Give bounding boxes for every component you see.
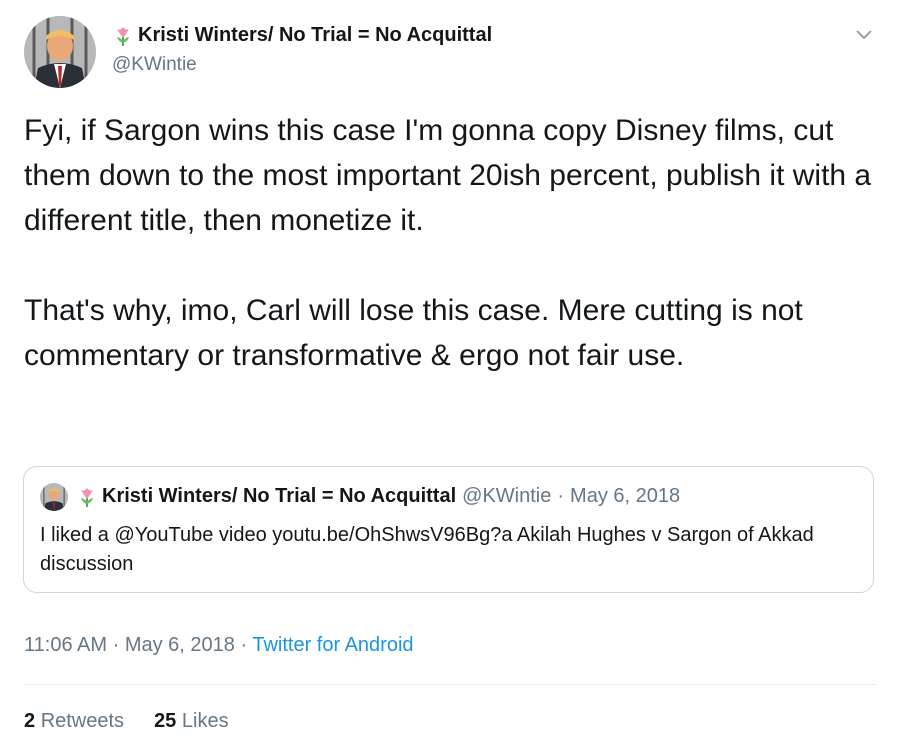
tweet-paragraph: Fyi, if Sargon wins this case I'm gonna … (24, 114, 872, 237)
divider (24, 684, 876, 685)
tweet-text: Fyi, if Sargon wins this case I'm gonna … (24, 108, 874, 378)
author-display-name-text: Kristi Winters/ No Trial = No Acquittal (138, 24, 493, 46)
quoted-separator: · (557, 485, 565, 507)
likes-label: Likes (181, 710, 229, 732)
tulip-icon (81, 487, 93, 507)
avatar-photo (24, 16, 96, 88)
avatar-photo (40, 483, 68, 511)
timestamp-separator: · (112, 634, 120, 656)
tweet-source-link[interactable]: Twitter for Android (252, 634, 413, 656)
timestamp-separator: · (240, 634, 248, 656)
quoted-tweet[interactable]: Kristi Winters/ No Trial = No Acquittal … (23, 466, 874, 593)
likes-stat[interactable]: 25 Likes (154, 710, 229, 733)
retweets-stat[interactable]: 2 Retweets (24, 710, 124, 733)
tweet-date[interactable]: May 6, 2018 (125, 634, 235, 656)
quoted-author-avatar (40, 483, 68, 511)
tweet-timestamp: 11:06 AM · May 6, 2018 · Twitter for And… (24, 634, 414, 657)
author-avatar[interactable] (24, 16, 96, 88)
author-handle[interactable]: @KWintie (112, 54, 197, 76)
quoted-date: May 6, 2018 (570, 485, 681, 507)
quoted-text: I liked a @YouTube video youtu.be/OhShws… (40, 524, 814, 575)
author-display-name[interactable]: Kristi Winters/ No Trial = No Acquittal (112, 24, 492, 47)
chevron-down-icon[interactable] (852, 22, 876, 46)
quoted-display-name: Kristi Winters/ No Trial = No Acquittal (102, 485, 457, 507)
tweet-time[interactable]: 11:06 AM (24, 634, 107, 656)
retweets-label: Retweets (40, 710, 125, 732)
tulip-icon (117, 26, 129, 46)
retweets-count: 2 (24, 710, 36, 732)
engagement-stats: 2 Retweets 25 Likes (24, 710, 229, 733)
likes-count: 25 (154, 710, 177, 732)
quoted-header: Kristi Winters/ No Trial = No Acquittal … (76, 485, 680, 508)
quoted-handle: @KWintie (462, 485, 552, 507)
tweet-paragraph: That's why, imo, Carl will lose this cas… (24, 294, 803, 372)
